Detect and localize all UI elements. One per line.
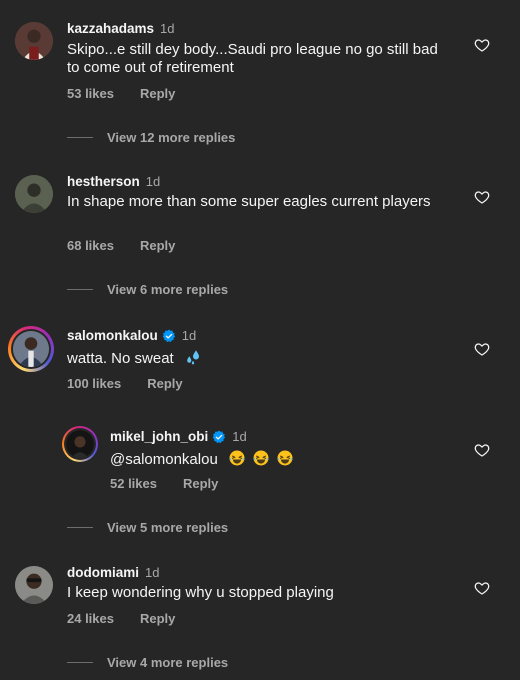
view-more-replies[interactable]: View 4 more replies	[67, 655, 228, 670]
avatar[interactable]	[15, 22, 53, 60]
heart-icon[interactable]	[474, 442, 490, 458]
username[interactable]: hestherson	[67, 174, 140, 189]
timestamp: 1d	[181, 328, 197, 343]
heart-icon[interactable]	[474, 189, 490, 205]
reply-button[interactable]: Reply	[140, 238, 175, 253]
view-replies-label: View 5 more replies	[107, 520, 229, 535]
avatar[interactable]	[15, 175, 53, 213]
comment-text: In shape more than some super eagles cur…	[67, 193, 431, 210]
likes-count[interactable]: 68 likes	[67, 238, 114, 253]
view-more-replies[interactable]: View 6 more replies	[67, 282, 228, 297]
view-more-replies[interactable]: View 5 more replies	[67, 520, 228, 535]
mention-link[interactable]: @salomonkalou	[110, 451, 218, 468]
avatar	[66, 430, 94, 458]
timestamp: 1d	[145, 174, 161, 189]
replies-divider	[67, 137, 93, 138]
heart-icon[interactable]	[474, 341, 490, 357]
story-ring[interactable]	[62, 426, 98, 462]
likes-count[interactable]: 53 likes	[67, 86, 114, 101]
likes-count[interactable]: 52 likes	[110, 476, 157, 491]
replies-divider	[67, 527, 93, 528]
verified-badge-icon	[162, 329, 175, 342]
timestamp: 1d	[160, 21, 175, 36]
username[interactable]: kazzahadams	[67, 21, 154, 36]
verified-badge-icon	[212, 430, 226, 443]
sweat-droplets-icon	[187, 350, 199, 365]
reply-button[interactable]: Reply	[183, 476, 218, 491]
timestamp: 1d	[145, 565, 160, 580]
username[interactable]: dodomiami	[67, 565, 139, 580]
laughing-face-icon	[229, 450, 245, 466]
comment-text: Skipo...e still dey body...Saudi pro lea…	[67, 41, 438, 76]
comment-text: I keep wondering why u stopped playing	[67, 584, 334, 601]
laughing-face-icon	[277, 450, 293, 466]
username[interactable]: salomonkalou	[67, 328, 158, 343]
view-replies-label: View 12 more replies	[107, 130, 236, 145]
view-replies-label: View 4 more replies	[107, 655, 229, 670]
reply-button[interactable]: Reply	[140, 86, 175, 101]
replies-divider	[67, 662, 93, 663]
reply-button[interactable]: Reply	[140, 611, 175, 626]
laughing-face-icon	[253, 450, 269, 466]
view-more-replies[interactable]: View 12 more replies	[67, 130, 235, 145]
view-replies-label: View 6 more replies	[107, 282, 229, 297]
reply-button[interactable]: Reply	[147, 376, 182, 391]
heart-icon[interactable]	[474, 580, 490, 596]
replies-divider	[67, 289, 93, 290]
story-ring[interactable]	[8, 326, 54, 372]
comment-text: watta. No sweat	[67, 350, 174, 367]
likes-count[interactable]: 100 likes	[67, 376, 121, 391]
avatar	[13, 331, 49, 367]
likes-count[interactable]: 24 likes	[67, 611, 114, 626]
timestamp: 1d	[232, 429, 247, 444]
avatar[interactable]	[15, 566, 53, 604]
username[interactable]: mikel_john_obi	[110, 429, 208, 444]
heart-icon[interactable]	[474, 37, 490, 53]
